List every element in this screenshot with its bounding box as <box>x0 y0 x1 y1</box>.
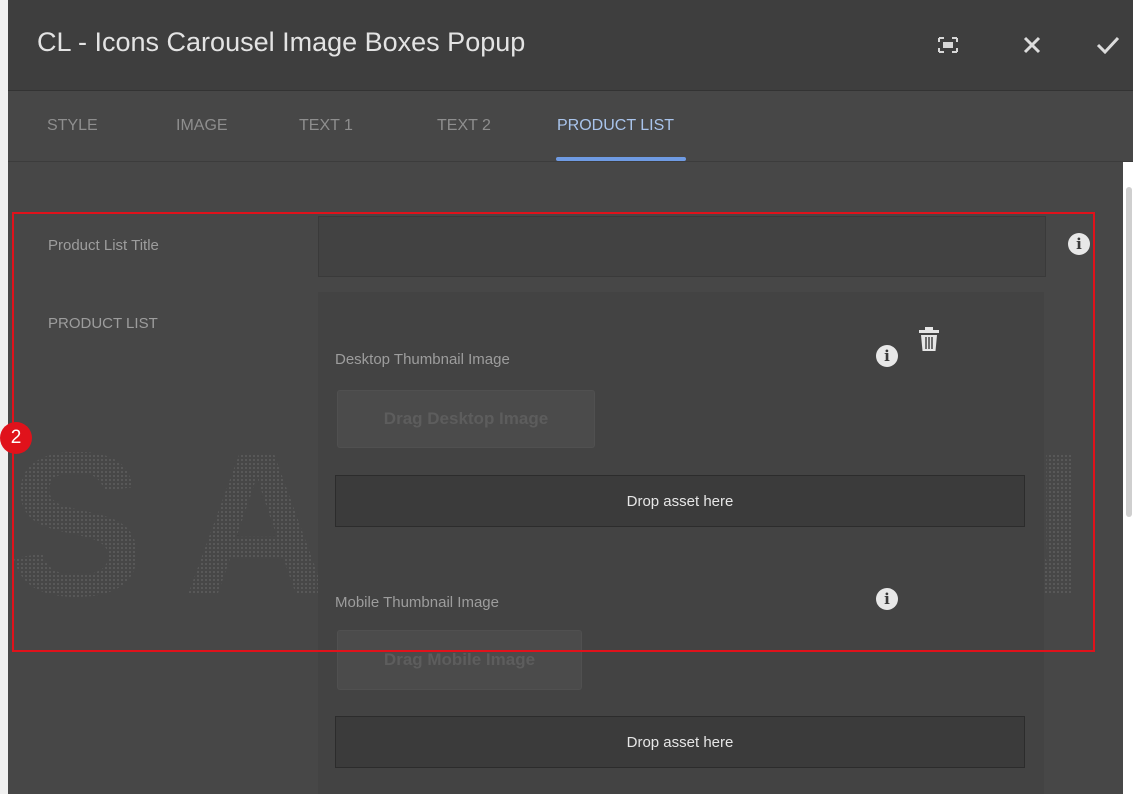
product-list-title-label: Product List Title <box>48 237 159 254</box>
close-icon <box>1023 36 1041 54</box>
drag-mobile-image-button[interactable]: Drag Mobile Image <box>337 630 582 690</box>
info-icon[interactable]: i <box>1068 233 1090 255</box>
desktop-thumbnail-label: Desktop Thumbnail Image <box>335 351 510 368</box>
product-list-label: PRODUCT LIST <box>48 315 158 332</box>
info-icon[interactable]: i <box>876 345 898 367</box>
fullscreen-button[interactable] <box>931 28 965 62</box>
tab-bar: STYLE IMAGE TEXT 1 TEXT 2 PRODUCT LIST <box>8 91 1133 162</box>
mobile-drop-zone[interactable]: Drop asset here <box>335 716 1025 768</box>
close-button[interactable] <box>1015 28 1049 62</box>
annotation-badge: 2 <box>0 422 32 454</box>
tab-image[interactable]: IMAGE <box>176 117 228 135</box>
info-icon[interactable]: i <box>876 588 898 610</box>
tab-text-1[interactable]: TEXT 1 <box>299 117 353 135</box>
tab-text-2[interactable]: TEXT 2 <box>437 117 491 135</box>
desktop-drop-zone[interactable]: Drop asset here <box>335 475 1025 527</box>
active-tab-indicator <box>556 157 686 161</box>
dialog: CL - Icons Carousel Image Boxes Popup ST… <box>8 0 1133 794</box>
done-button[interactable] <box>1091 28 1125 62</box>
product-list-title-input[interactable] <box>318 216 1046 277</box>
tab-product-list[interactable]: PRODUCT LIST <box>557 117 674 135</box>
mobile-thumbnail-label: Mobile Thumbnail Image <box>335 594 499 611</box>
drag-desktop-image-button[interactable]: Drag Desktop Image <box>337 390 595 448</box>
scrollbar-thumb[interactable] <box>1126 187 1132 517</box>
dialog-header: CL - Icons Carousel Image Boxes Popup <box>8 0 1133 91</box>
fullscreen-icon <box>938 37 958 53</box>
trash-icon[interactable] <box>918 326 940 352</box>
dialog-title: CL - Icons Carousel Image Boxes Popup <box>37 27 526 57</box>
tab-style[interactable]: STYLE <box>47 117 98 135</box>
checkmark-icon <box>1096 36 1120 54</box>
